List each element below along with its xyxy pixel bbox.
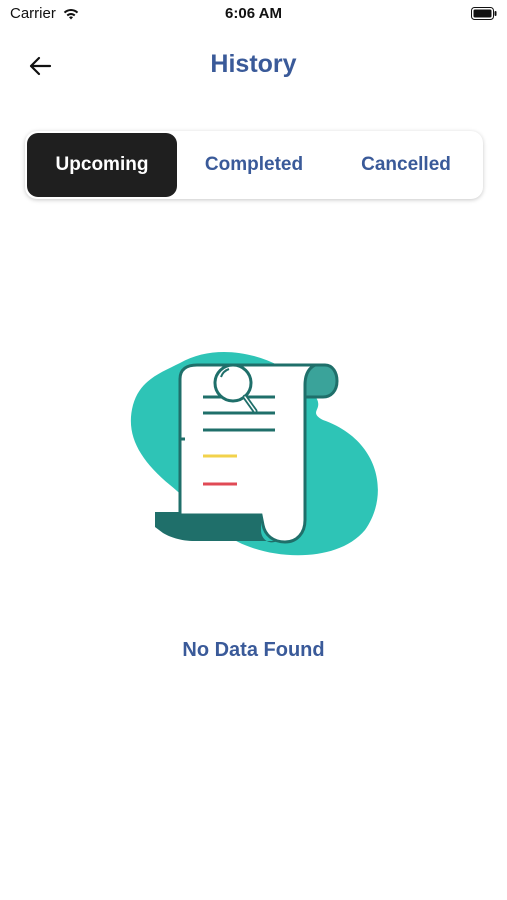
empty-state-message: No Data Found [182,639,325,661]
tab-completed[interactable]: Completed [179,133,329,197]
tab-cancelled[interactable]: Cancelled [331,133,481,197]
tab-upcoming[interactable]: Upcoming [27,133,177,197]
history-tabs: Upcoming Completed Cancelled [25,131,483,199]
status-time: 6:06 AM [225,5,282,22]
header: History [0,40,507,92]
status-bar: Carrier 6:06 AM [0,0,507,28]
battery-icon [471,7,497,20]
document-search-icon [130,351,378,556]
page-title: History [210,50,297,78]
